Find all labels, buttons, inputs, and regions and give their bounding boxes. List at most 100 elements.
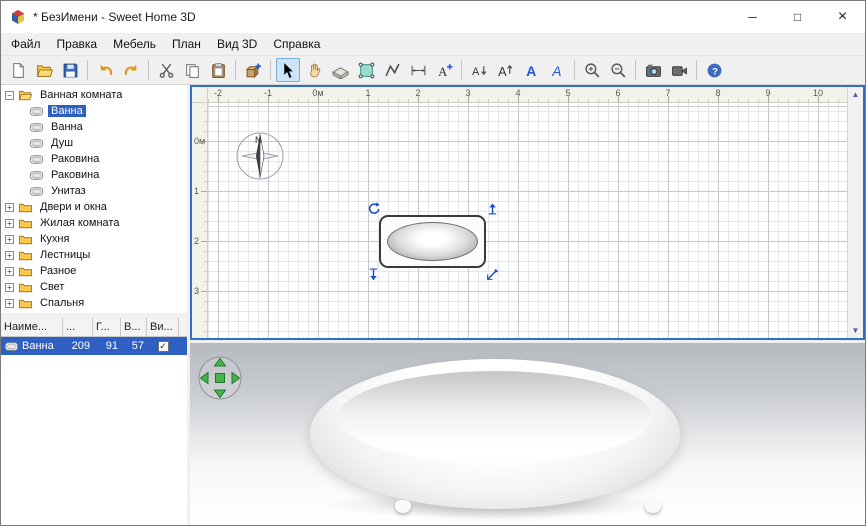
tree-item-0-0[interactable]: Ванна	[5, 103, 187, 119]
column-header-2[interactable]: Г...	[93, 318, 121, 336]
3d-navigation-control[interactable]	[197, 355, 243, 401]
column-header-4[interactable]: Ви...	[147, 318, 179, 336]
column-header-0[interactable]: Наиме...	[1, 318, 63, 336]
toolbar-decrease-text-size-button[interactable]: A	[467, 58, 491, 82]
tree-folder-6[interactable]: + Свет	[5, 279, 187, 295]
svg-text:A: A	[498, 63, 507, 78]
maximize-button[interactable]: □	[775, 1, 820, 33]
toolbar-create-polylines-button[interactable]	[380, 58, 404, 82]
scrollbar-track[interactable]	[848, 102, 863, 323]
column-header-3[interactable]: В...	[121, 318, 147, 336]
toolbar-create-video-button[interactable]	[667, 58, 691, 82]
menu-item-5[interactable]: Справка	[265, 34, 328, 54]
toolbar-redo-button[interactable]	[119, 58, 143, 82]
toolbar-zoom-in-button[interactable]	[580, 58, 604, 82]
plan-bathtub[interactable]	[368, 202, 499, 280]
table-row-0[interactable]: Ванна 209 91 57 ✓	[1, 337, 187, 355]
toolbar-save-button[interactable]	[58, 58, 82, 82]
toolbar-create-texts-button[interactable]: A	[432, 58, 456, 82]
compass[interactable]: N	[233, 129, 287, 183]
tree-folder-3[interactable]: + Кухня	[5, 231, 187, 247]
toolbar-italic-button[interactable]: A	[545, 58, 569, 82]
menu-item-4[interactable]: Вид 3D	[209, 34, 265, 54]
svg-text:A: A	[526, 62, 536, 78]
expand-icon[interactable]: +	[5, 218, 14, 228]
tree-item-0-4[interactable]: Раковина	[5, 167, 187, 183]
tree-folder-label: Разное	[40, 265, 77, 277]
menu-item-3[interactable]: План	[164, 34, 209, 54]
menu-item-0[interactable]: Файл	[3, 34, 49, 54]
title-bar: * БезИмени - Sweet Home 3D ─ □ ×	[1, 1, 865, 33]
visible-checkbox[interactable]: ✓	[157, 340, 169, 352]
column-header-1[interactable]: ...	[63, 318, 93, 336]
tree-folder-7[interactable]: + Спальня	[5, 295, 187, 311]
collapse-icon[interactable]: −	[5, 90, 14, 100]
3d-view[interactable]	[190, 343, 865, 525]
tree-folder-2[interactable]: + Жилая комната	[5, 215, 187, 231]
toolbar-pan-button[interactable]	[302, 58, 326, 82]
toolbar-undo-button[interactable]	[93, 58, 117, 82]
toolbar-open-button[interactable]	[32, 58, 56, 82]
furniture-thumb-icon	[29, 168, 44, 183]
toolbar-bold-button[interactable]: A	[519, 58, 543, 82]
rotate-indicator-icon[interactable]	[367, 202, 380, 215]
tree-item-0-5[interactable]: Унитаз	[5, 183, 187, 199]
tree-item-0-1[interactable]: Ванна	[5, 119, 187, 135]
scroll-up-icon[interactable]: ▲	[848, 87, 863, 102]
plan-canvas[interactable]: N	[208, 103, 847, 338]
tree-folder-1[interactable]: + Двери и окна	[5, 199, 187, 215]
expand-icon[interactable]: +	[5, 266, 14, 276]
toolbar-copy-button[interactable]	[180, 58, 204, 82]
tree-item-0-3[interactable]: Раковина	[5, 151, 187, 167]
paste-icon	[210, 62, 227, 79]
toolbar-increase-text-size-button[interactable]: A	[493, 58, 517, 82]
toolbar-create-photo-button[interactable]	[641, 58, 665, 82]
plan-vertical-scrollbar[interactable]: ▲ ▼	[847, 87, 863, 338]
toolbar-create-walls-button[interactable]	[328, 58, 352, 82]
v-ruler-label: 3	[194, 286, 200, 296]
tree-folder-label: Спальня	[40, 297, 85, 309]
h-ruler-label: 2	[415, 88, 421, 98]
zoom-out-icon	[610, 62, 627, 79]
furniture-thumb-icon	[29, 104, 44, 119]
resize-indicator-icon[interactable]	[486, 268, 499, 281]
furniture-thumb-icon	[29, 152, 44, 167]
toolbar-paste-button[interactable]	[206, 58, 230, 82]
menu-item-2[interactable]: Мебель	[105, 34, 164, 54]
minimize-button[interactable]: ─	[730, 1, 775, 33]
tree-folder-label: Лестницы	[40, 249, 91, 261]
tree-item-label: Унитаз	[51, 185, 86, 197]
window-controls: ─ □ ×	[730, 1, 865, 33]
height-indicator-icon[interactable]	[367, 268, 380, 281]
toolbar-add-furniture-button[interactable]	[241, 58, 265, 82]
expand-icon[interactable]: +	[5, 234, 14, 244]
menu-item-1[interactable]: Правка	[49, 34, 106, 54]
expand-icon[interactable]: +	[5, 250, 14, 260]
expand-icon[interactable]: +	[5, 298, 14, 308]
toolbar-cut-button[interactable]	[154, 58, 178, 82]
select-icon	[280, 62, 297, 79]
tree-item-0-2[interactable]: Душ	[5, 135, 187, 151]
furniture-catalog-tree: − Ванная комната Ванна Ванна Душ Раковина Рако…	[1, 85, 187, 313]
folder-open-icon	[18, 88, 33, 103]
tree-folder-label: Ванная комната	[40, 89, 123, 101]
plan-view[interactable]: -2 -1 0м 1 2 3 4 5 6 7 8 9 10 0м 1 2 3 N	[190, 85, 865, 340]
scroll-down-icon[interactable]: ▼	[848, 323, 863, 338]
elevation-indicator-icon[interactable]	[486, 202, 499, 215]
toolbar-select-button[interactable]	[276, 58, 300, 82]
expand-icon[interactable]: +	[5, 202, 14, 212]
toolbar-new-home-button[interactable]	[6, 58, 30, 82]
expand-icon[interactable]: +	[5, 282, 14, 292]
tree-folder-5[interactable]: + Разное	[5, 263, 187, 279]
toolbar-zoom-out-button[interactable]	[606, 58, 630, 82]
close-button[interactable]: ×	[820, 1, 865, 33]
toolbar-create-rooms-button[interactable]	[354, 58, 378, 82]
h-ruler-label: 9	[765, 88, 771, 98]
toolbar-help-button[interactable]: ?	[702, 58, 726, 82]
toolbar-separator	[87, 60, 88, 80]
tree-folder-0[interactable]: − Ванная комната	[5, 87, 187, 103]
toolbar-create-dimensions-button[interactable]	[406, 58, 430, 82]
tree-item-label: Раковина	[51, 169, 100, 181]
tree-item-label: Раковина	[51, 153, 100, 165]
tree-folder-4[interactable]: + Лестницы	[5, 247, 187, 263]
